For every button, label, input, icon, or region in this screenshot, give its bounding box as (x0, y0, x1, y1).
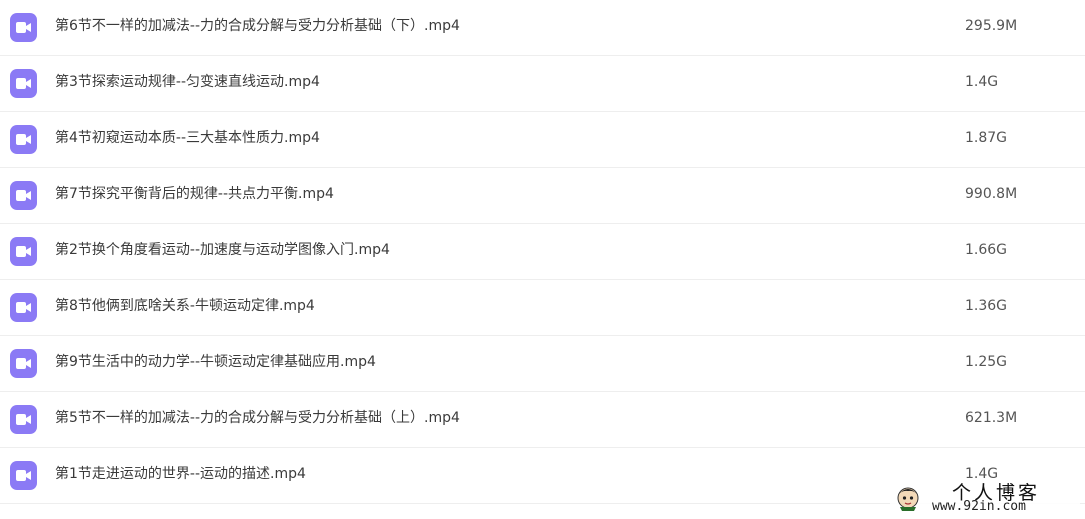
file-row[interactable]: 第5节不一样的加减法--力的合成分解与受力分析基础（上）.mp4 621.3M (0, 392, 1085, 448)
file-size: 621.3M (965, 410, 1018, 426)
file-name: 第2节换个角度看运动--加速度与运动学图像入门.mp4 (55, 242, 390, 258)
file-name: 第8节他俩到底啥关系-牛顿运动定律.mp4 (55, 298, 315, 314)
file-row[interactable]: 第4节初窥运动本质--三大基本性质力.mp4 1.87G (0, 112, 1085, 168)
file-name: 第1节走进运动的世界--运动的描述.mp4 (55, 466, 306, 482)
file-name: 第3节探索运动规律--匀变速直线运动.mp4 (55, 74, 320, 90)
file-size: 1.66G (965, 242, 1008, 258)
watermark-url: www.92in.com (932, 499, 1026, 514)
file-size: 1.36G (965, 298, 1008, 314)
video-file-icon (10, 125, 37, 154)
video-file-icon (10, 181, 37, 210)
file-row[interactable]: 第7节探究平衡背后的规律--共点力平衡.mp4 990.8M (0, 168, 1085, 224)
file-row[interactable]: 第9节生活中的动力学--牛顿运动定律基础应用.mp4 1.25G (0, 336, 1085, 392)
file-name: 第9节生活中的动力学--牛顿运动定律基础应用.mp4 (55, 354, 376, 370)
watermark: 个人博客 www.92in.com (890, 478, 1080, 516)
video-file-icon (10, 69, 37, 98)
file-name: 第7节探究平衡背后的规律--共点力平衡.mp4 (55, 186, 334, 202)
file-size: 295.9M (965, 18, 1018, 34)
video-file-icon (10, 461, 37, 490)
video-file-icon (10, 293, 37, 322)
file-list: 第6节不一样的加减法--力的合成分解与受力分析基础（下）.mp4 295.9M … (0, 0, 1085, 504)
file-size: 1.25G (965, 354, 1008, 370)
file-name: 第5节不一样的加减法--力的合成分解与受力分析基础（上）.mp4 (55, 410, 460, 426)
video-file-icon (10, 13, 37, 42)
file-name: 第6节不一样的加减法--力的合成分解与受力分析基础（下）.mp4 (55, 18, 460, 34)
file-size: 990.8M (965, 186, 1018, 202)
video-file-icon (10, 349, 37, 378)
video-file-icon (10, 405, 37, 434)
file-row[interactable]: 第6节不一样的加减法--力的合成分解与受力分析基础（下）.mp4 295.9M (0, 0, 1085, 56)
video-file-icon (10, 237, 37, 266)
file-name: 第4节初窥运动本质--三大基本性质力.mp4 (55, 130, 320, 146)
watermark-avatar-icon (894, 483, 922, 511)
file-size: 1.4G (965, 74, 999, 90)
file-size: 1.87G (965, 130, 1008, 146)
file-row[interactable]: 第2节换个角度看运动--加速度与运动学图像入门.mp4 1.66G (0, 224, 1085, 280)
file-row[interactable]: 第8节他俩到底啥关系-牛顿运动定律.mp4 1.36G (0, 280, 1085, 336)
file-row[interactable]: 第3节探索运动规律--匀变速直线运动.mp4 1.4G (0, 56, 1085, 112)
